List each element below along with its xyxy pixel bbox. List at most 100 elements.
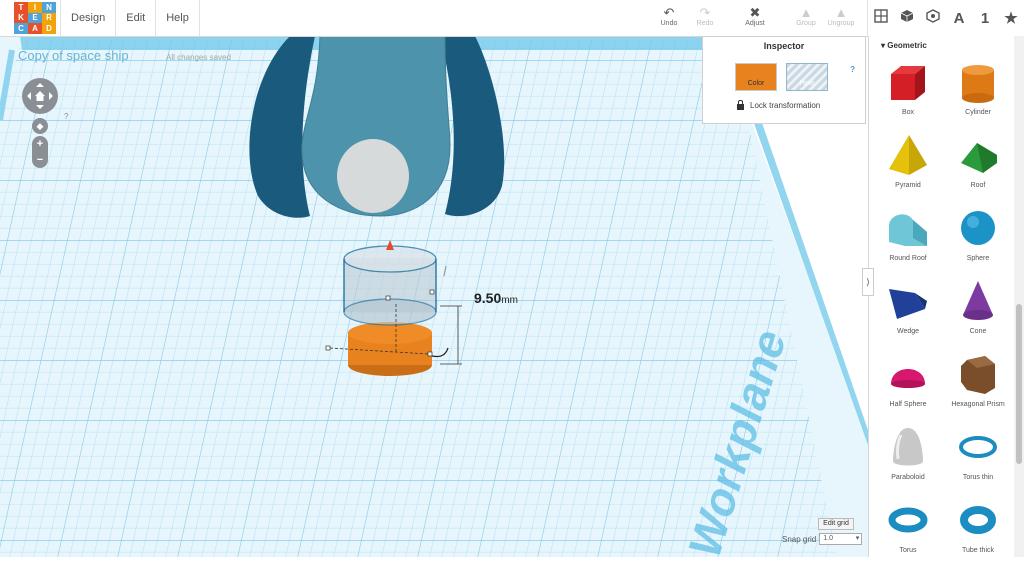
shape-label: Round Roof	[889, 255, 927, 262]
hexagonal-prism-icon	[961, 356, 995, 394]
scrollbar-thumb[interactable]	[1016, 304, 1022, 464]
half-sphere-icon	[891, 369, 925, 388]
logo-letter-r: R	[42, 12, 56, 24]
fit-view-icon[interactable]: ◆	[32, 118, 48, 134]
lock-transformation-toggle[interactable]: Lock transformation	[737, 99, 821, 110]
tinkercad-logo[interactable]: T I N K E R C A D	[14, 2, 56, 34]
edit-grid-button[interactable]: Edit grid	[818, 518, 854, 530]
cone-icon	[963, 281, 993, 320]
shape-label: Wedge	[896, 328, 920, 335]
main-menu: Design Edit Help	[60, 0, 200, 36]
shape-label: Hexagonal Prism	[951, 401, 1005, 408]
snap-grid-control: Snap grid 1.0	[782, 533, 863, 545]
geometric-category-label: Geometric	[887, 41, 927, 50]
roof-icon	[961, 143, 997, 173]
hole-label: Hole	[799, 80, 815, 87]
snap-grid-label: Snap grid	[782, 534, 817, 544]
adjust-icon: ✖	[749, 5, 761, 20]
cylinder-icon	[962, 65, 994, 103]
shape-torus[interactable]: Torus	[873, 494, 943, 567]
shape-wedge[interactable]: Wedge	[873, 275, 943, 348]
color-label: Color	[747, 80, 765, 87]
selected-hole-cylinder[interactable]	[320, 232, 480, 392]
shape-cone[interactable]: Cone	[943, 275, 1013, 348]
lock-transformation-label: Lock transformation	[750, 101, 821, 110]
tube-icon	[960, 506, 996, 534]
text-icon[interactable]: A	[946, 10, 972, 27]
pyramid-icon	[889, 135, 927, 175]
sidebar-scrollbar[interactable]	[1014, 36, 1024, 557]
shape-cylinder[interactable]: Cylinder	[943, 56, 1013, 129]
zoom-out-button[interactable]: −	[32, 152, 48, 168]
color-swatch-button[interactable]: Color	[735, 63, 777, 91]
height-value: 9.50	[474, 290, 502, 306]
logo-letter-k: K	[14, 12, 28, 24]
logo-letter-n: N	[42, 2, 56, 13]
logo-letter-e: E	[28, 12, 42, 24]
document-title[interactable]: Copy of space ship	[18, 48, 129, 63]
logo-letter-t: T	[14, 2, 28, 13]
shape-label: Half Sphere	[889, 401, 927, 408]
collapse-sidebar-chevron-icon[interactable]: ⟩	[862, 268, 874, 296]
ungroup-button[interactable]: ▲ Ungroup	[819, 5, 863, 28]
height-dimension-label[interactable]: 9.50mm	[474, 290, 518, 306]
geometric-category-header[interactable]: ▾ Geometric	[881, 41, 927, 50]
nav-down-arrow-icon[interactable]	[36, 105, 44, 113]
inspector-title: Inspector	[763, 41, 805, 51]
shape-roof[interactable]: Roof	[943, 129, 1013, 202]
logo-letter-c: C	[14, 23, 28, 34]
inspector-help-icon[interactable]: ?	[850, 65, 855, 74]
round-roof-icon	[889, 214, 927, 246]
adjust-button[interactable]: ✖ Adjust	[733, 5, 777, 28]
grid-view-icon[interactable]	[868, 9, 894, 27]
ungroup-icon: ▲	[834, 5, 848, 20]
shape-round-roof[interactable]: Round Roof	[873, 202, 943, 275]
zoom-in-button[interactable]: +	[32, 136, 48, 152]
shape-label: Roof	[970, 182, 986, 189]
shape-label: Torus	[899, 547, 917, 554]
nav-up-arrow-icon[interactable]	[36, 79, 44, 87]
number-icon[interactable]: 1	[972, 10, 998, 27]
shape-label: Paraboloid	[891, 474, 925, 481]
shape-torus-thin[interactable]: Torus thin	[943, 421, 1013, 494]
shape-half-sphere[interactable]: Half Sphere	[873, 348, 943, 421]
lock-icon	[737, 99, 744, 110]
shape-tube[interactable]: Tube thick	[943, 494, 1013, 567]
star-icon[interactable]: ★	[998, 9, 1024, 27]
menu-edit[interactable]: Edit	[116, 0, 157, 36]
snap-grid-select[interactable]: 1.0	[819, 533, 863, 545]
menu-help[interactable]: Help	[156, 0, 200, 36]
nav-left-arrow-icon[interactable]	[23, 92, 31, 100]
shape-generator-icon[interactable]	[920, 9, 946, 27]
cube-icon[interactable]	[894, 9, 920, 27]
nav-right-arrow-icon[interactable]	[49, 92, 57, 100]
spaceship-model[interactable]	[240, 36, 520, 226]
inspector-panel: Inspector Color Hole ? Lock transformati…	[702, 36, 866, 124]
logo-letter-a: A	[28, 23, 42, 34]
logo-letter-d: D	[42, 23, 56, 34]
height-unit: mm	[501, 295, 518, 306]
shape-box[interactable]: Box	[873, 56, 943, 129]
torus-icon	[888, 507, 928, 533]
shape-library: Box Cylinder Pyramid Roof Round Roof Sph…	[873, 56, 1013, 567]
shape-label: Cone	[969, 328, 987, 335]
shape-sphere[interactable]: Sphere	[943, 202, 1013, 275]
hole-button[interactable]: Hole	[786, 63, 828, 91]
orbit-navigation[interactable]	[22, 78, 58, 114]
group-label: Group	[796, 20, 816, 27]
zoom-controls: + −	[32, 136, 48, 168]
view-buttons: A 1 ★	[867, 0, 1024, 36]
menu-design[interactable]: Design	[60, 0, 117, 36]
shape-label: Tube thick	[961, 547, 995, 554]
logo-letter-i: I	[28, 2, 42, 13]
help-icon[interactable]: ?	[64, 112, 68, 121]
shape-pyramid[interactable]: Pyramid	[873, 129, 943, 202]
redo-label: Redo	[696, 20, 714, 27]
undo-label: Undo	[660, 20, 678, 27]
shape-paraboloid[interactable]: Paraboloid	[873, 421, 943, 494]
shapes-sidebar: ▾ Geometric Box Cylinder Pyramid Roof Ro…	[868, 36, 1015, 557]
redo-button[interactable]: ↷ Redo	[683, 6, 727, 28]
ungroup-label: Ungroup	[827, 20, 855, 27]
home-view-icon[interactable]	[35, 91, 45, 101]
shape-hexagonal-prism[interactable]: Hexagonal Prism	[943, 348, 1013, 421]
